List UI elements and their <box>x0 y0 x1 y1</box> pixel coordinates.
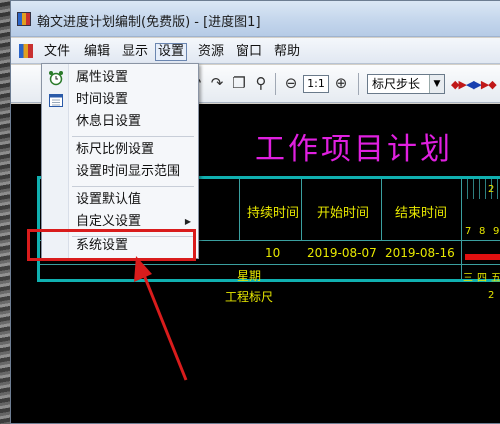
ruler-day: 7 <box>465 226 472 237</box>
zoom-out-icon[interactable]: ⊖ <box>281 73 301 93</box>
grid-line <box>301 179 302 241</box>
grid-line <box>381 179 382 241</box>
menu-item-label: 设置时间显示范围 <box>76 164 181 179</box>
redo-icon[interactable]: ↷ <box>207 73 227 93</box>
menu-file[interactable]: 文件 <box>41 43 73 61</box>
column-header-end: 结束时间 <box>395 206 448 221</box>
toolbar-divider <box>358 73 359 95</box>
toolbar-divider <box>275 73 276 95</box>
menu-separator <box>72 186 194 187</box>
document-menu-icon[interactable] <box>19 44 33 58</box>
chart-title: 工作项目计划 <box>255 132 453 167</box>
window-title: 翰文进度计划编制(免费版) - [进度图1] <box>37 15 261 30</box>
menu-item-defaults[interactable]: 设置默认值 <box>43 189 197 211</box>
zoom-level-button[interactable]: 1:1 <box>303 75 329 93</box>
ruler-step-value: 标尺步长 <box>372 77 421 91</box>
app-icon <box>17 12 31 26</box>
menu-separator <box>72 136 194 137</box>
column-header-duration: 持续时间 <box>247 206 300 221</box>
chevron-down-icon[interactable]: ▼ <box>429 75 444 93</box>
menu-settings[interactable]: 设置 <box>155 43 188 61</box>
zoom-in-icon[interactable]: ⊕ <box>331 73 351 93</box>
menu-resources[interactable]: 资源 <box>195 43 227 61</box>
menu-item-time[interactable]: 时间设置 <box>43 89 197 111</box>
menu-help[interactable]: 帮助 <box>271 43 303 61</box>
ruler-day: 9 <box>493 226 500 237</box>
menu-item-label: 自定义设置 <box>76 214 142 229</box>
ruler-step-select[interactable]: 标尺步长 ▼ <box>367 74 445 94</box>
row-label-ruler: 工程标尺 <box>225 290 274 304</box>
task-start-date[interactable]: 2019-08-07 <box>307 246 377 260</box>
alarm-clock-icon <box>49 71 63 86</box>
timeline-nav-icons[interactable]: ◆▶◀▶▶◆ <box>451 78 497 91</box>
title-bar[interactable]: 翰文进度计划编制(免费版) - [进度图1] <box>11 1 500 37</box>
column-header-start: 开始时间 <box>317 206 370 221</box>
find-icon[interactable]: ⚲ <box>251 73 271 93</box>
ruler-label: 2 <box>488 290 495 301</box>
ruler-weekday: 三 <box>463 273 473 284</box>
task-duration[interactable]: 10 <box>265 246 280 260</box>
menu-item-holidays[interactable]: 休息日设置 <box>43 111 197 133</box>
grid-line <box>239 179 240 241</box>
menu-item-properties[interactable]: 属性设置 <box>43 67 197 89</box>
app-window: 翰文进度计划编制(免费版) - [进度图1] 文件 编辑 显示 设置 资源 窗口… <box>10 0 500 424</box>
menu-item-time-range[interactable]: 设置时间显示范围 <box>43 161 197 183</box>
ruler-weekday: 五 <box>491 273 500 284</box>
task-end-date[interactable]: 2019-08-16 <box>385 246 455 260</box>
copy-icon[interactable]: ❐ <box>229 73 249 93</box>
calendar-icon <box>49 94 63 107</box>
ruler-label: 2 <box>488 184 495 195</box>
grid-line <box>40 264 500 265</box>
row-label-weekday: 星期 <box>237 269 262 283</box>
menu-view[interactable]: 显示 <box>119 43 151 61</box>
annotation-highlight-box <box>27 229 196 261</box>
menu-item-label: 属性设置 <box>76 70 129 85</box>
menu-item-label: 时间设置 <box>76 92 129 107</box>
menu-edit[interactable]: 编辑 <box>81 43 113 61</box>
menu-window[interactable]: 窗口 <box>233 43 265 61</box>
menu-item-label: 休息日设置 <box>76 114 142 129</box>
ruler-day: 8 <box>479 226 486 237</box>
ruler-weekday: 四 <box>477 273 487 284</box>
menu-item-ruler-scale[interactable]: 标尺比例设置 <box>43 139 197 161</box>
menu-item-label: 设置默认值 <box>76 192 142 207</box>
task-bar[interactable] <box>465 254 500 260</box>
menu-bar: 文件 编辑 显示 设置 资源 窗口 帮助 <box>11 38 500 64</box>
menu-item-label: 标尺比例设置 <box>76 142 155 157</box>
